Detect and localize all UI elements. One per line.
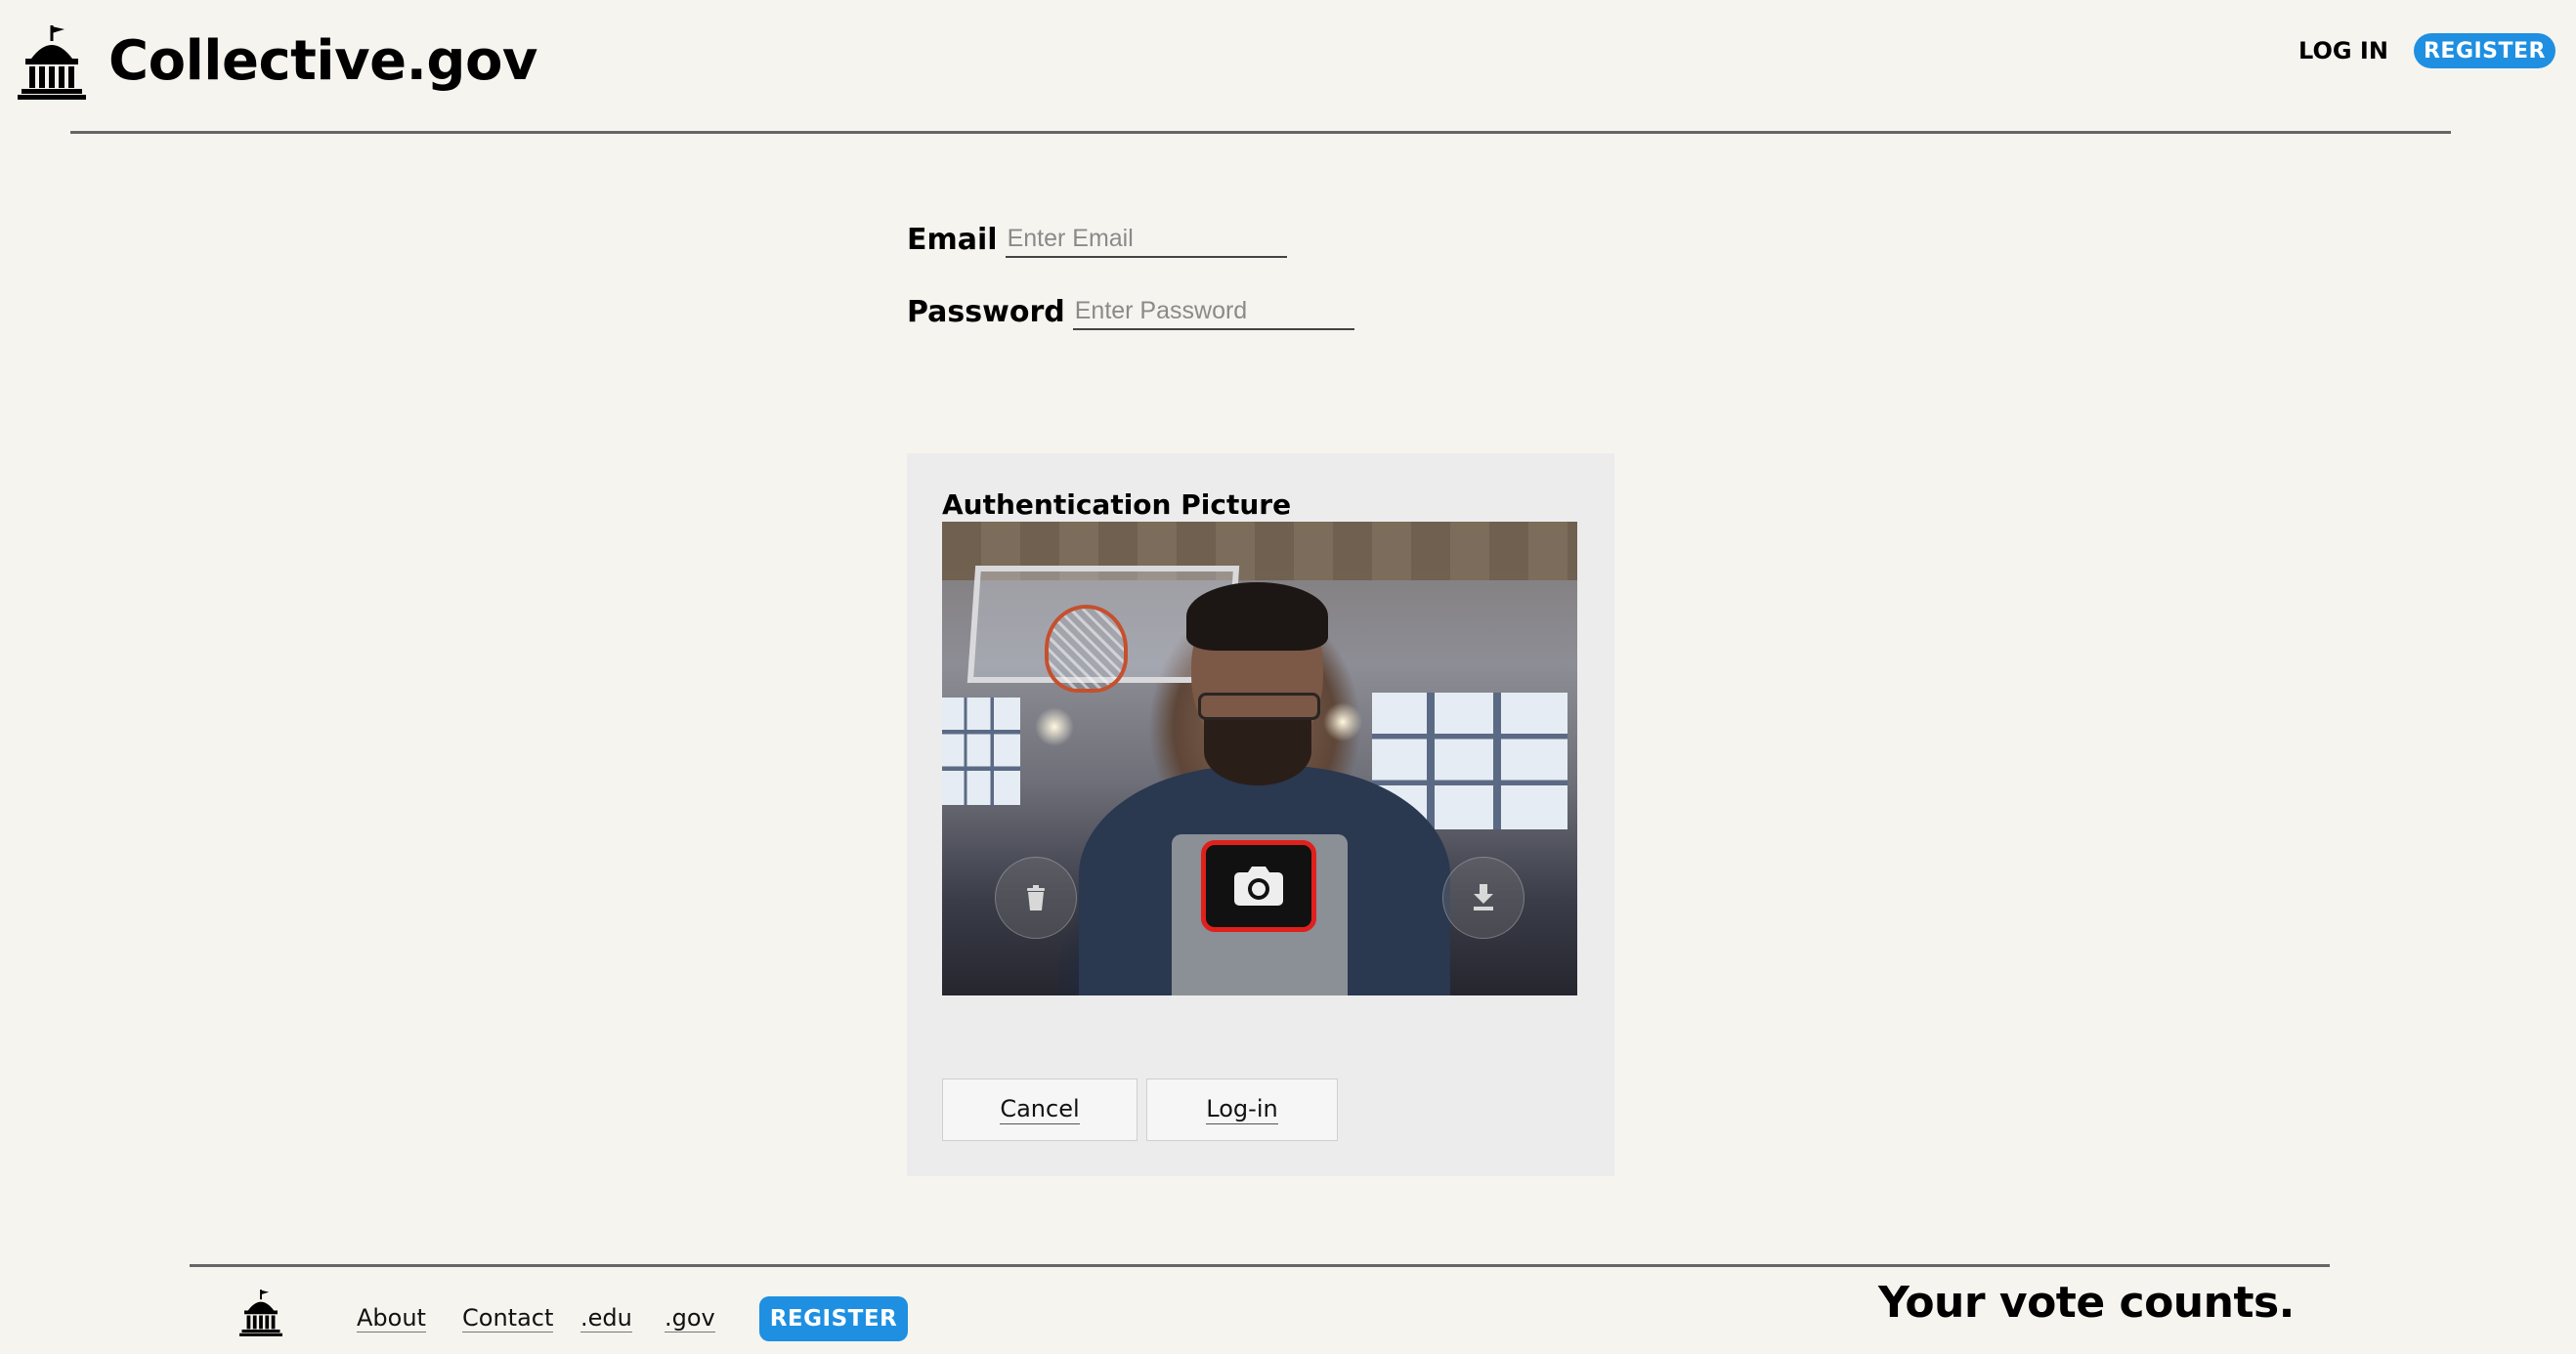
- footer-tagline: Your vote counts.: [1878, 1278, 2295, 1328]
- authentication-title: Authentication Picture: [942, 488, 1292, 521]
- login-submit-button[interactable]: Log-in: [1146, 1079, 1338, 1141]
- footer-link-gov[interactable]: .gov: [665, 1304, 715, 1333]
- authentication-panel: Authentication Picture Cancel Log-in: [907, 453, 1614, 1176]
- password-field[interactable]: [1072, 293, 1354, 330]
- site-title[interactable]: Collective.gov: [108, 29, 537, 93]
- person-glasses: [1198, 693, 1320, 720]
- email-label: Email: [907, 223, 998, 257]
- camera-icon[interactable]: [1201, 840, 1316, 932]
- capitol-building-icon[interactable]: [18, 23, 86, 102]
- footer-link-edu[interactable]: .edu: [580, 1304, 632, 1333]
- cancel-button[interactable]: Cancel: [942, 1079, 1138, 1141]
- login-link[interactable]: LOG IN: [2298, 37, 2388, 64]
- download-icon[interactable]: [1442, 857, 1524, 939]
- password-label: Password: [907, 295, 1065, 329]
- footer-divider: [190, 1264, 2330, 1267]
- password-row: Password: [907, 293, 1354, 330]
- basketball-hoop: [1045, 605, 1128, 693]
- person-hair: [1186, 582, 1328, 651]
- gym-window: [942, 698, 1020, 805]
- ceiling-light: [1323, 702, 1362, 741]
- email-field[interactable]: [1005, 221, 1287, 258]
- person-beard: [1204, 717, 1311, 785]
- email-row: Email: [907, 221, 1287, 258]
- header-divider: [70, 131, 2451, 134]
- webcam-preview: [942, 522, 1577, 995]
- register-button[interactable]: REGISTER: [2414, 33, 2555, 68]
- footer-link-about[interactable]: About: [357, 1304, 426, 1333]
- trash-icon[interactable]: [995, 857, 1077, 939]
- capitol-building-icon[interactable]: [239, 1288, 282, 1338]
- footer-register-button[interactable]: REGISTER: [759, 1296, 908, 1341]
- ceiling-light: [1035, 707, 1074, 746]
- cancel-button-label: Cancel: [1000, 1095, 1080, 1124]
- page: Collective.gov LOG IN REGISTER Email Pas…: [0, 0, 2576, 1354]
- footer-link-contact[interactable]: Contact: [462, 1304, 554, 1333]
- login-submit-label: Log-in: [1206, 1095, 1278, 1124]
